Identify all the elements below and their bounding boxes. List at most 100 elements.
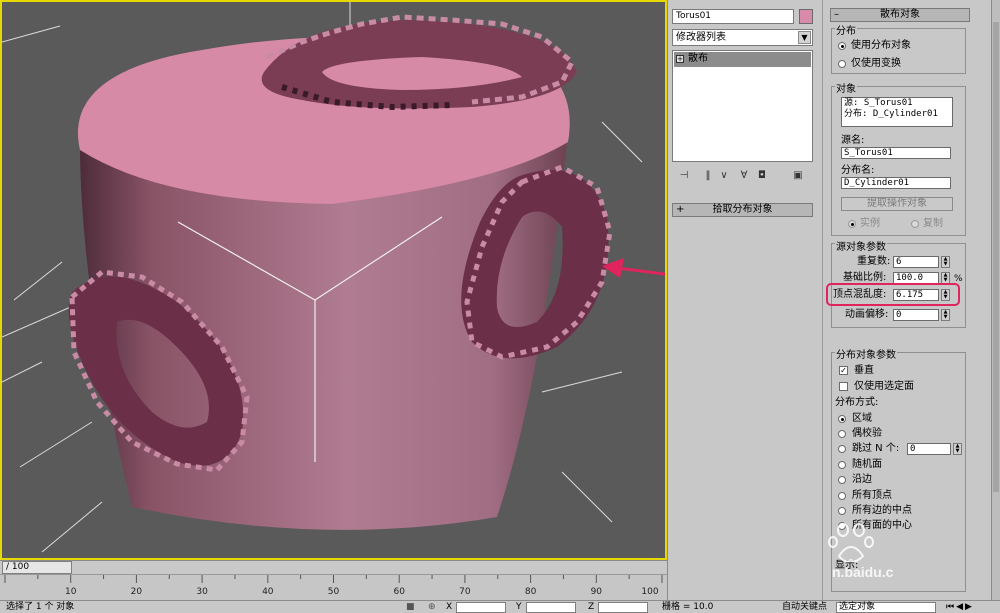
- ruler-tick-label: 20: [131, 587, 143, 597]
- modifier-list-dropdown[interactable]: 修改器列表 ▼: [672, 29, 813, 46]
- absolute-mode-icon[interactable]: ⊕: [428, 601, 436, 613]
- ruler-tick-label: 10: [65, 587, 77, 597]
- lock-icon[interactable]: ◘: [754, 168, 770, 184]
- scatter-rollout-header[interactable]: – 散布对象: [830, 8, 970, 22]
- source-params-title: 源对象参数: [835, 238, 887, 253]
- ruler-ticks: 10 20 30 40 50 60 70 80 90 100: [4, 575, 663, 597]
- grid-status: 栅格 = 10.0: [662, 602, 714, 612]
- distribution-params-title: 分布对象参数: [835, 346, 897, 361]
- playback-controls-icon[interactable]: ⏮◀▶: [946, 601, 974, 613]
- remove-modifier-icon[interactable]: ∀: [736, 168, 752, 184]
- copy-radio[interactable]: [911, 220, 919, 228]
- duplicates-field[interactable]: 6: [893, 256, 939, 268]
- method-random-faces-label: 随机面: [852, 459, 882, 470]
- x-coordinate-field[interactable]: [456, 602, 506, 613]
- operand-source[interactable]: 源: S_Torus01: [844, 98, 952, 109]
- distribute-by-label: 分布方式:: [835, 397, 879, 408]
- copy-label: 复制: [923, 218, 943, 229]
- pin-stack-icon[interactable]: ⊣: [676, 168, 692, 184]
- source-name-field[interactable]: S_Torus01: [841, 147, 951, 159]
- animation-offset-field[interactable]: 0: [893, 309, 939, 321]
- x-label: X: [446, 602, 453, 612]
- chevron-down-icon[interactable]: ▼: [798, 31, 811, 44]
- ruler-tick-label: 30: [196, 587, 208, 597]
- instance-label: 实例: [860, 218, 880, 229]
- method-skip-label: 跳过 N 个:: [852, 443, 900, 454]
- distribution-name-label: 分布名:: [841, 165, 875, 176]
- animation-offset-spinner[interactable]: ▲ ▼: [941, 309, 950, 321]
- paw-logo-icon: [828, 523, 874, 563]
- time-slider[interactable]: / 100: [0, 560, 667, 574]
- y-coordinate-field[interactable]: [526, 602, 576, 613]
- pick-distribution-header[interactable]: + 拾取分布对象: [672, 203, 813, 217]
- use-distribution-object-label: 使用分布对象: [851, 40, 911, 51]
- method-along-edges-label: 沿边: [852, 474, 872, 485]
- instance-radio[interactable]: [848, 220, 856, 228]
- ruler-tick-label: 50: [328, 587, 340, 597]
- duplicates-label: 重复数:: [857, 256, 891, 267]
- expand-icon[interactable]: +: [676, 55, 684, 63]
- method-skip-radio[interactable]: [838, 445, 846, 453]
- method-all-vertices-radio[interactable]: [838, 492, 846, 500]
- extract-operand-button[interactable]: 提取操作对象: [841, 197, 953, 211]
- ruler-tick-label: 60: [393, 587, 405, 597]
- stack-item-label: 散布: [688, 53, 708, 64]
- panel-scrollbar[interactable]: [991, 0, 1000, 600]
- operand-list[interactable]: 源: S_Torus01 分布: D_Cylinder01: [841, 97, 953, 127]
- method-random-faces-radio[interactable]: [838, 461, 846, 469]
- skip-n-field[interactable]: 0: [907, 443, 951, 455]
- time-counter[interactable]: / 100: [2, 561, 72, 574]
- method-even-label: 偶校验: [852, 428, 882, 439]
- ruler-tick-label: 90: [591, 587, 603, 597]
- show-end-result-icon[interactable]: ‖: [700, 168, 716, 184]
- y-label: Y: [516, 602, 522, 612]
- source-name-label: 源名:: [841, 135, 865, 146]
- duplicates-spinner[interactable]: ▲ ▼: [941, 256, 950, 268]
- scrollbar-thumb[interactable]: [993, 22, 999, 492]
- operand-distribution[interactable]: 分布: D_Cylinder01: [844, 109, 952, 120]
- expand-icon: +: [676, 204, 685, 215]
- lock-selection-icon[interactable]: ■: [406, 601, 415, 613]
- transforms-only-label: 仅使用变换: [851, 58, 901, 69]
- method-area-label: 区域: [852, 413, 872, 424]
- viewport-scene: [2, 2, 665, 553]
- pick-distribution-label: 拾取分布对象: [712, 204, 773, 215]
- modifier-list-label: 修改器列表: [676, 32, 726, 43]
- configure-sets-icon[interactable]: ▣: [790, 168, 806, 184]
- pick-distribution-rollout[interactable]: + 拾取分布对象: [672, 203, 813, 220]
- autokey-label[interactable]: 自动关键点: [782, 601, 827, 613]
- perpendicular-checkbox[interactable]: ✓: [839, 366, 848, 375]
- method-along-edges-radio[interactable]: [838, 476, 846, 484]
- selection-set-value: 选定对象: [839, 602, 876, 612]
- perspective-viewport[interactable]: [0, 0, 667, 560]
- ruler-tick-label: 100: [641, 587, 658, 597]
- z-label: Z: [588, 602, 595, 612]
- distribution-name-field[interactable]: D_Cylinder01: [841, 177, 951, 189]
- timeline-ruler[interactable]: 10 20 30 40 50 60 70 80 90 100: [0, 574, 667, 600]
- skip-n-spinner[interactable]: ▲ ▼: [953, 443, 962, 455]
- method-area-radio[interactable]: [838, 415, 846, 423]
- use-selected-faces-checkbox[interactable]: [839, 382, 848, 391]
- highlight-box: [826, 283, 960, 306]
- ruler-tick-label: 70: [459, 587, 471, 597]
- status-bar: 选择了 1 个 对象 ■ ⊕ X Y Z 栅格 = 10.0 自动关键点 选定对…: [0, 600, 1000, 613]
- z-coordinate-field[interactable]: [598, 602, 648, 613]
- modifier-stack[interactable]: + 散布: [672, 50, 813, 162]
- object-name-field[interactable]: Torus01: [672, 9, 794, 24]
- annotation-arrow: [602, 258, 665, 278]
- use-selected-faces-label: 仅使用选定面: [854, 381, 914, 392]
- object-color-swatch[interactable]: [799, 9, 813, 24]
- distribution-title: 分布: [835, 22, 857, 37]
- scatter-rollout-title: 散布对象: [880, 9, 920, 20]
- make-unique-icon[interactable]: ∨: [716, 168, 732, 184]
- stack-item-scatter[interactable]: + 散布: [674, 52, 811, 67]
- collapse-icon: –: [834, 9, 839, 20]
- use-distribution-object-radio[interactable]: [838, 42, 846, 50]
- perpendicular-label: 垂直: [854, 365, 874, 376]
- animation-offset-label: 动画偏移:: [845, 309, 889, 320]
- watermark-text: n.baidu.c: [832, 564, 894, 580]
- selection-set-dropdown[interactable]: 选定对象: [836, 602, 936, 613]
- method-even-radio[interactable]: [838, 430, 846, 438]
- modifier-panel: Torus01 修改器列表 ▼ + 散布 ⊣ ‖ ∨ ∀ ◘ ▣ + 拾取分布对…: [667, 0, 822, 600]
- transforms-only-radio[interactable]: [838, 60, 846, 68]
